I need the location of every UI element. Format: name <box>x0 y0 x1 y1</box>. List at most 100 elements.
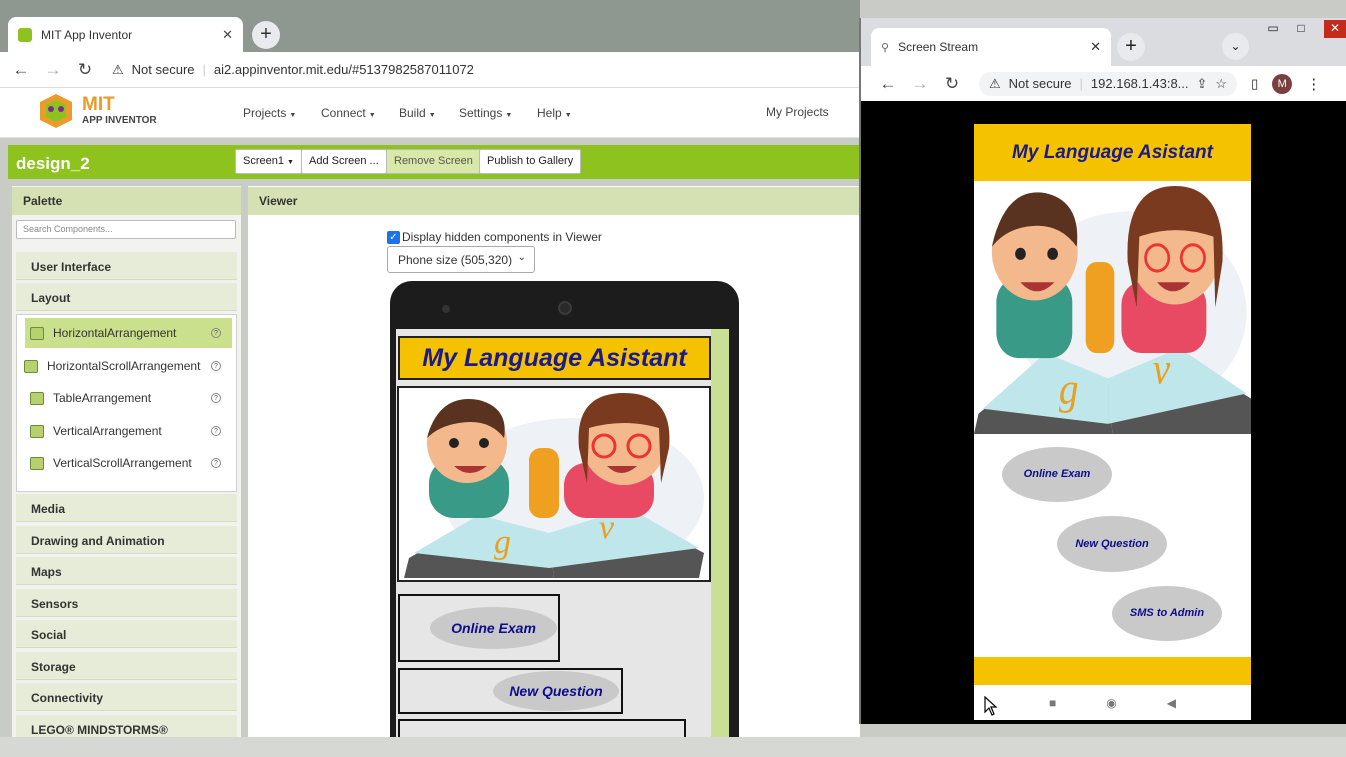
caret-icon: ▼ <box>564 112 572 119</box>
component-label: TableArrangement <box>53 391 152 405</box>
reload-icon[interactable]: ↻ <box>943 74 961 94</box>
tab-screen-stream[interactable]: ⚲ Screen Stream ✕ <box>871 28 1111 66</box>
home-icon[interactable]: ◉ <box>1106 696 1116 710</box>
component-horizontal-arrangement[interactable]: HorizontalArrangement? <box>25 318 232 348</box>
screen-select-label: Screen1 <box>243 155 284 167</box>
menu-help-label: Help <box>537 106 562 120</box>
stream-tab-title: Screen Stream <box>898 40 979 54</box>
close-tab-icon[interactable]: ✕ <box>222 27 233 43</box>
kids-reading-illustration-icon: g v <box>404 393 704 578</box>
logo-mit: MIT <box>82 94 115 115</box>
back-icon[interactable]: ← <box>12 60 30 80</box>
stream-toolbar: ← → ↻ ⚠ Not secure | 192.168.1.43:8... ⇪… <box>861 66 1346 101</box>
category-maps[interactable]: Maps <box>16 557 237 585</box>
close-tab-icon[interactable]: ✕ <box>1090 39 1101 55</box>
category-layout[interactable]: Layout <box>16 283 237 311</box>
recent-apps-icon[interactable]: ■ <box>1049 696 1056 710</box>
app-logo-text[interactable]: MIT APP INVENTOR <box>82 95 157 126</box>
menu-help[interactable]: Help ▼ <box>537 106 572 120</box>
stream-new-tab-button[interactable]: + <box>1117 33 1145 61</box>
stream-sms-admin-button[interactable]: SMS to Admin <box>1112 586 1222 641</box>
help-icon[interactable]: ? <box>211 393 221 403</box>
component-label: HorizontalScrollArrangement <box>47 359 201 373</box>
component-label: VerticalScrollArrangement <box>53 456 192 470</box>
tab-title: MIT App Inventor <box>41 27 133 42</box>
palette-search-input[interactable]: Search Components... <box>16 220 236 239</box>
url-text[interactable]: ai2.appinventor.mit.edu/#513798258701107… <box>214 62 474 77</box>
minimize-icon[interactable]: ▭ <box>1262 20 1284 38</box>
help-icon[interactable]: ? <box>211 426 221 436</box>
avatar[interactable]: M <box>1272 73 1293 94</box>
project-name: design_2 <box>16 154 90 173</box>
viewer-app-title-label[interactable]: My Language Asistant <box>398 336 711 380</box>
desktop-bottom-strip <box>0 737 1346 757</box>
forward-icon[interactable]: → <box>44 60 62 80</box>
category-connectivity[interactable]: Connectivity <box>16 683 237 711</box>
publish-gallery-button[interactable]: Publish to Gallery <box>479 149 582 174</box>
help-icon[interactable]: ? <box>211 458 221 468</box>
screen-scroll-strip <box>711 329 729 757</box>
display-hidden-label: Display hidden components in Viewer <box>402 230 602 244</box>
phone-sensor-icon <box>442 305 450 313</box>
tab-mit-app-inventor[interactable]: MIT App Inventor ✕ <box>8 17 243 52</box>
stream-app-title-label: My Language Asistant <box>974 124 1251 181</box>
bookmark-star-icon[interactable]: ☆ <box>1215 76 1227 92</box>
category-sensors[interactable]: Sensors <box>16 589 237 617</box>
address-bar[interactable]: ⚠ Not secure | ai2.appinventor.mit.edu/#… <box>112 62 474 78</box>
component-horizontal-scroll-arrangement[interactable]: HorizontalScrollArrangement? <box>19 351 232 381</box>
menu-build[interactable]: Build ▼ <box>399 106 436 120</box>
stream-address-bar[interactable]: ⚠ Not secure | 192.168.1.43:8... ⇪ ☆ <box>979 71 1238 96</box>
stream-kids-reading-image: g v <box>974 181 1251 434</box>
category-social[interactable]: Social <box>16 620 237 648</box>
category-drawing-animation[interactable]: Drawing and Animation <box>16 526 237 554</box>
window-close-icon[interactable]: ✕ <box>1324 20 1346 38</box>
tab-search-dropdown-icon[interactable]: ⌄ <box>1222 33 1249 60</box>
new-tab-button[interactable]: + <box>252 21 280 49</box>
component-vertical-scroll-arrangement[interactable]: VerticalScrollArrangement? <box>25 448 232 478</box>
forward-icon[interactable]: → <box>911 74 929 94</box>
component-vertical-arrangement[interactable]: VerticalArrangement? <box>25 416 232 446</box>
menu-connect-label: Connect <box>321 106 366 120</box>
display-hidden-checkbox[interactable]: ✓ Display hidden components in Viewer <box>387 230 602 244</box>
address-separator: | <box>1079 76 1083 91</box>
back-icon[interactable]: ← <box>879 74 897 94</box>
menu-settings[interactable]: Settings ▼ <box>459 106 512 120</box>
remove-screen-button[interactable]: Remove Screen <box>386 149 481 174</box>
checkbox-checked-icon[interactable]: ✓ <box>387 230 400 244</box>
component-table-arrangement[interactable]: TableArrangement? <box>25 383 232 413</box>
category-storage[interactable]: Storage <box>16 652 237 680</box>
reload-icon[interactable]: ↻ <box>76 60 94 80</box>
stream-online-exam-button[interactable]: Online Exam <box>1002 447 1112 502</box>
chevron-down-icon: ⌄ <box>517 252 526 263</box>
help-icon[interactable]: ? <box>211 328 221 338</box>
stream-new-question-button[interactable]: New Question <box>1057 516 1167 572</box>
my-projects-link[interactable]: My Projects <box>766 105 829 119</box>
phone-size-select[interactable]: Phone size (505,320) ⌄ <box>387 246 535 273</box>
maximize-icon[interactable]: □ <box>1290 20 1312 38</box>
vertical-arrangement-icon <box>30 424 44 438</box>
stream-app-title-text: My Language Asistant <box>1012 142 1213 163</box>
side-panel-icon[interactable]: ▯ <box>1251 76 1258 92</box>
add-screen-button[interactable]: Add Screen ... <box>301 149 387 174</box>
table-arrangement-icon <box>30 391 44 405</box>
stream-url-text[interactable]: 192.168.1.43:8... <box>1091 76 1189 91</box>
app-inventor-favicon-icon <box>18 27 32 42</box>
kids-reading-illustration-icon: g v <box>974 186 1251 434</box>
more-menu-icon[interactable]: ⋮ <box>1306 75 1321 93</box>
viewer-online-exam-button[interactable]: Online Exam <box>430 607 557 649</box>
back-triangle-icon[interactable]: ◀ <box>1167 696 1176 710</box>
viewer-new-question-button[interactable]: New Question <box>493 671 619 711</box>
menu-connect[interactable]: Connect ▼ <box>321 106 376 120</box>
viewer-kids-reading-image[interactable]: g v <box>397 386 711 582</box>
android-nav-bar: ■ ◉ ◀ <box>974 685 1251 720</box>
help-icon[interactable]: ? <box>211 361 221 371</box>
svg-text:g: g <box>494 524 511 561</box>
category-media[interactable]: Media <box>16 494 237 522</box>
logo-app-inventor: APP INVENTOR <box>82 115 157 126</box>
caret-icon: ▼ <box>286 159 294 166</box>
share-icon[interactable]: ⇪ <box>1197 76 1208 92</box>
menu-projects[interactable]: Projects ▼ <box>243 106 296 120</box>
caret-icon: ▼ <box>289 112 297 119</box>
screen-select-button[interactable]: Screen1 ▼ <box>235 149 302 174</box>
category-user-interface[interactable]: User Interface <box>16 252 237 280</box>
